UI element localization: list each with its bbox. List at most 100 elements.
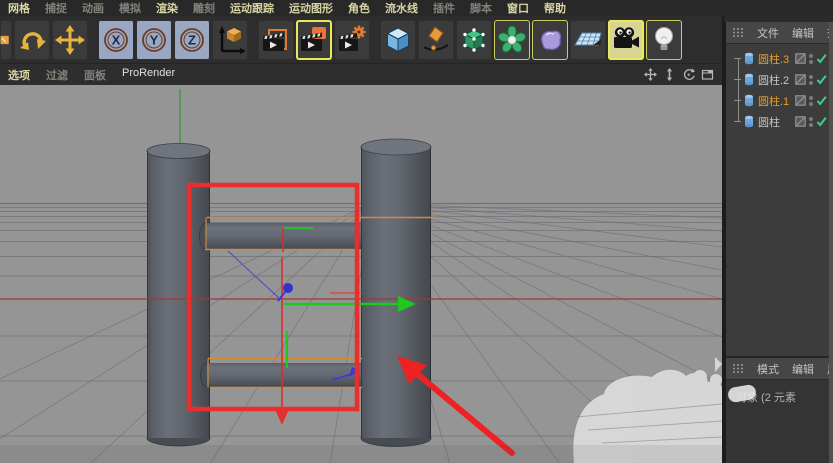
metaball-button[interactable] (532, 19, 568, 60)
menubar-item-11[interactable]: 插件 (433, 0, 455, 16)
spline-pen-button[interactable] (418, 19, 454, 60)
object-row[interactable]: 圆柱.2 (726, 69, 829, 90)
menubar-item-10[interactable]: 流水线 (385, 0, 418, 16)
cylinder-object-icon (745, 52, 753, 65)
visibility-dots[interactable] (809, 74, 813, 85)
right-panel: 文件编辑查看 圆柱.3 (724, 22, 833, 463)
axis-z-toggle[interactable]: Z (174, 19, 210, 60)
visibility-dots[interactable] (809, 95, 813, 106)
panel-grip-icon[interactable] (732, 27, 744, 38)
menubar-item-14[interactable]: 帮助 (544, 0, 566, 16)
viewport-menu-item-1[interactable]: 选项 (8, 67, 30, 83)
selection-status: 对象 (2 元素 (726, 380, 829, 405)
coordinate-system-icon (219, 25, 245, 54)
viewport-menu-item-2[interactable]: 过滤 (46, 67, 68, 83)
spline-pen-icon (423, 25, 449, 51)
menubar-item-8[interactable]: 运动图形 (289, 0, 333, 16)
visibility-dots[interactable] (809, 53, 813, 64)
undo-button[interactable] (0, 19, 12, 60)
object-manager-menu: 文件编辑查看 (726, 22, 829, 44)
menubar-item-7[interactable]: 运动跟踪 (230, 0, 274, 16)
attribute-panel-menu-item-3[interactable]: 用户数据 (827, 361, 829, 377)
object-row[interactable]: 圆柱 (726, 111, 829, 132)
object-name: 圆柱.3 (758, 53, 790, 66)
viewport-3d[interactable] (0, 85, 722, 463)
layer-icon[interactable] (795, 95, 806, 106)
pan-view-icon[interactable] (644, 68, 657, 81)
viewport-bottom-shade (0, 445, 722, 463)
render-picture-viewer-button[interactable] (296, 19, 332, 60)
coordinate-system-button[interactable] (212, 19, 248, 60)
object-toggles (795, 74, 827, 85)
cylinder-object-icon (745, 73, 753, 86)
camera-icon (614, 26, 639, 48)
panel-grip-icon[interactable] (732, 363, 744, 374)
toggle-views-icon[interactable] (701, 68, 714, 81)
axis-y-icon: Y (142, 27, 166, 52)
viewport-menu-item-4[interactable]: ProRender (122, 67, 175, 83)
layer-icon[interactable] (795, 74, 806, 85)
menubar-item-9[interactable]: 角色 (348, 0, 370, 16)
object-name: 圆柱 (758, 116, 780, 129)
axis-y-toggle[interactable]: Y (136, 19, 172, 60)
layer-icon[interactable] (795, 53, 806, 64)
tree-line (738, 58, 739, 122)
light-button[interactable] (646, 19, 682, 60)
object-toggles (795, 53, 827, 64)
undo-icon (0, 35, 9, 44)
menubar-item-5[interactable]: 渲染 (156, 0, 178, 16)
menubar-item-2[interactable]: 捕捉 (45, 0, 67, 16)
object-list: 圆柱.3 圆柱.2 圆柱.1 圆柱 (726, 44, 829, 356)
cylinder-object-icon (745, 115, 753, 128)
move-tool-button[interactable] (52, 19, 88, 60)
metaball-icon (541, 29, 562, 50)
object-row[interactable]: 圆柱.3 (726, 48, 829, 69)
axis-x-toggle[interactable]: X (98, 19, 134, 60)
visibility-dots[interactable] (809, 116, 813, 127)
attribute-panel-menu-item-1[interactable]: 模式 (757, 361, 779, 377)
object-manager-menu-item-1[interactable]: 文件 (757, 25, 779, 41)
rotate-view-icon[interactable] (682, 68, 695, 81)
subdivision-surface-button[interactable] (456, 19, 492, 60)
render-view-button[interactable] (258, 19, 294, 60)
object-name: 圆柱.1 (758, 95, 790, 108)
floor-button[interactable] (570, 19, 606, 60)
enabled-check-icon[interactable] (816, 95, 827, 106)
menubar-item-13[interactable]: 窗口 (507, 0, 529, 16)
viewport-column: X Y Z 选项 过滤 面板 ProRender (0, 16, 724, 463)
view-controls (644, 68, 714, 81)
scene (0, 85, 722, 463)
svg-text:X: X (112, 32, 121, 47)
menubar-item-1[interactable]: 网格 (8, 0, 30, 16)
layer-icon[interactable] (795, 116, 806, 127)
generator-button[interactable] (494, 19, 530, 60)
camera-button[interactable] (608, 19, 644, 60)
move-tool-icon (55, 24, 85, 55)
menubar-item-3[interactable]: 动画 (82, 0, 104, 16)
attribute-panel-menu: 模式编辑 用户数据 (726, 358, 829, 380)
cylinder-right[interactable] (360, 138, 432, 447)
light-icon (655, 26, 673, 50)
primitive-cube-button[interactable] (380, 19, 416, 60)
main-area: X Y Z 选项 过滤 面板 ProRender 文件 编辑 圆柱.3 圆柱.2… (0, 16, 833, 463)
object-manager-menu-item-2[interactable]: 编辑 (792, 25, 814, 41)
zoom-view-icon[interactable] (663, 68, 676, 81)
menubar-item-6[interactable]: 雕刻 (193, 0, 215, 16)
menubar-item-12[interactable]: 脚本 (470, 0, 492, 16)
menubar-item-4[interactable]: 模拟 (119, 0, 141, 16)
attribute-panel-menu-item-2[interactable]: 编辑 (792, 361, 814, 377)
axis-x-icon: X (104, 27, 128, 52)
viewport-menu-items: 选项 过滤 面板 ProRender (8, 67, 175, 83)
cylinder-horizontal-top[interactable] (199, 222, 363, 250)
enabled-check-icon[interactable] (816, 74, 827, 85)
cylinder-left[interactable] (146, 143, 211, 447)
object-toggles (795, 95, 827, 106)
axis-z-icon: Z (180, 27, 204, 52)
enabled-check-icon[interactable] (816, 53, 827, 64)
render-settings-button[interactable] (334, 19, 370, 60)
object-manager-menu-item-3[interactable]: 查看 (827, 25, 829, 41)
enabled-check-icon[interactable] (816, 116, 827, 127)
viewport-menu-item-3[interactable]: 面板 (84, 67, 106, 83)
rotate-tool-button[interactable] (14, 19, 50, 60)
object-row[interactable]: 圆柱.1 (726, 90, 829, 111)
